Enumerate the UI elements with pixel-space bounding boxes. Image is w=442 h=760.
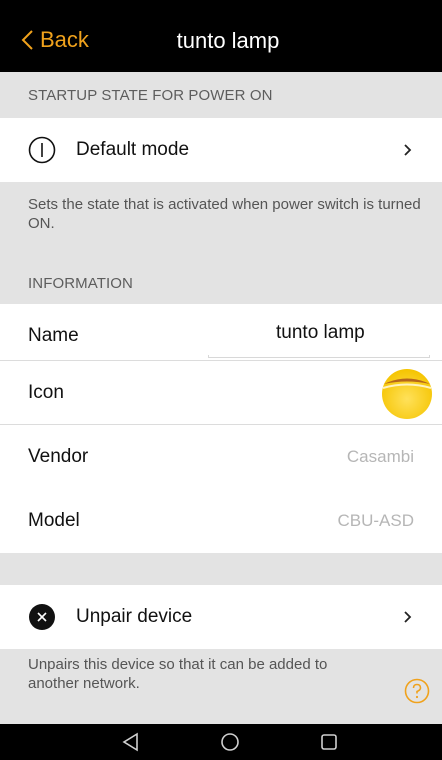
- nav-back-icon[interactable]: [120, 731, 142, 753]
- vendor-row: Vendor Casambi: [0, 425, 442, 489]
- vendor-label: Vendor: [28, 446, 89, 467]
- icon-row[interactable]: Icon: [0, 361, 442, 425]
- default-mode-row[interactable]: Default mode: [0, 118, 442, 182]
- model-label: Model: [28, 510, 80, 531]
- vendor-value: Casambi: [346, 447, 414, 466]
- page-title: tunto lamp: [176, 28, 280, 53]
- system-nav-bar: [0, 724, 442, 760]
- unpair-description: Unpairs this device so that it can be ad…: [28, 656, 328, 692]
- name-field-underline: [208, 355, 430, 358]
- default-mode-label: Default mode: [76, 139, 190, 160]
- unpair-device-row[interactable]: Unpair device: [0, 585, 442, 649]
- app-header: Back tunto lamp: [0, 0, 442, 72]
- model-row: Model CBU-ASD: [0, 489, 442, 553]
- icon-label: Icon: [28, 382, 64, 403]
- nav-home-icon[interactable]: [219, 731, 241, 753]
- close-circle-icon: [29, 604, 55, 630]
- section-header-information: INFORMATION: [0, 260, 442, 306]
- chevron-right-icon: [404, 144, 412, 156]
- help-icon[interactable]: [404, 678, 430, 704]
- lamp-icon[interactable]: [380, 367, 434, 421]
- section-header-startup: STARTUP STATE FOR POWER ON: [0, 72, 442, 118]
- name-label: Name: [28, 325, 79, 346]
- name-row[interactable]: Name tunto lamp: [0, 304, 442, 368]
- name-field[interactable]: tunto lamp: [276, 322, 365, 344]
- power-icon: [28, 136, 56, 164]
- model-value: CBU-ASD: [337, 511, 414, 530]
- nav-recents-icon[interactable]: [318, 731, 340, 753]
- unpair-device-label: Unpair device: [76, 606, 193, 627]
- chevron-right-icon: [404, 611, 412, 623]
- startup-description: Sets the state that is activated when po…: [28, 196, 421, 232]
